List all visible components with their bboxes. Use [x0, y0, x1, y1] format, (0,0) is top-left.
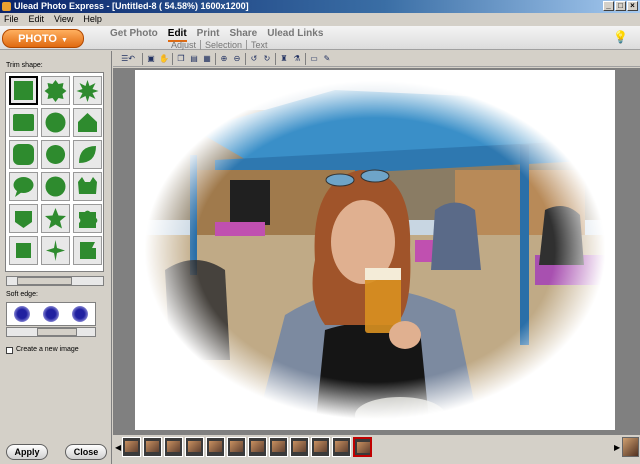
- create-new-image-checkbox[interactable]: Create a new image: [6, 346, 79, 354]
- trim-shape-option[interactable]: [73, 236, 102, 265]
- filmstrip-thumbnail[interactable]: [122, 437, 141, 457]
- maximize-button[interactable]: □: [615, 1, 626, 11]
- effects-icon[interactable]: ✎: [322, 54, 332, 64]
- trim-shape-option[interactable]: [41, 76, 70, 105]
- trim-shape-option[interactable]: [73, 140, 102, 169]
- edit-toolbar: ☰↶ ▣ ✋ ❐ ▤ ▦ ⊕ ⊖ ↺ ↻ ♜ ⚗ ▭ ✎: [113, 51, 640, 67]
- current-photo-thumb[interactable]: [622, 437, 639, 457]
- trim-shape-option[interactable]: [41, 108, 70, 137]
- lightbulb-icon[interactable]: 💡: [613, 30, 628, 44]
- save-icon[interactable]: ▣: [146, 54, 156, 64]
- rotate-left-icon[interactable]: ↺: [249, 54, 259, 64]
- rotate-right-icon[interactable]: ↻: [262, 54, 272, 64]
- hand-icon[interactable]: ✋: [159, 54, 169, 64]
- filmstrip-thumbnail[interactable]: [248, 437, 267, 457]
- photo-mode-button[interactable]: PHOTO ▼: [2, 29, 84, 48]
- menu-edit[interactable]: Edit: [29, 13, 45, 26]
- filmstrip-thumbnail[interactable]: [206, 437, 225, 457]
- filmstrip: ◀ ▶: [113, 434, 640, 464]
- trim-shape-option[interactable]: [73, 108, 102, 137]
- trim-shape-option[interactable]: [41, 204, 70, 233]
- soft-edge-scrollbar[interactable]: [6, 327, 96, 337]
- title-bar: Ulead Photo Express - [Untitled-8 ( 54.5…: [0, 0, 640, 13]
- trim-shape-label: Trim shape:: [6, 62, 43, 69]
- edited-photo[interactable]: [135, 70, 615, 430]
- filter-icon[interactable]: ⚗: [292, 54, 302, 64]
- copy-icon[interactable]: ❐: [176, 54, 186, 64]
- apply-button[interactable]: Apply: [6, 444, 48, 460]
- close-button[interactable]: Close: [65, 444, 107, 460]
- vignette-overlay: [135, 70, 615, 430]
- trim-shape-option[interactable]: [9, 76, 38, 105]
- filmstrip-thumbnail[interactable]: [227, 437, 246, 457]
- thumbnail-list: [122, 437, 372, 457]
- tab-ulead-links[interactable]: Ulead Links: [267, 28, 323, 42]
- trim-shape-option[interactable]: [41, 172, 70, 201]
- trim-shape-option[interactable]: [41, 140, 70, 169]
- scroll-right-icon[interactable]: ▶: [614, 443, 620, 452]
- minimize-button[interactable]: _: [603, 1, 614, 11]
- stamp-icon[interactable]: ♜: [279, 54, 289, 64]
- soft-edge-option[interactable]: [72, 306, 89, 322]
- close-window-button[interactable]: ×: [627, 1, 638, 11]
- shape-scrollbar[interactable]: [6, 276, 104, 286]
- frame-icon[interactable]: ▭: [309, 54, 319, 64]
- photo-mode-label: PHOTO: [18, 33, 57, 45]
- undo-history-icon[interactable]: ☰↶: [117, 54, 139, 64]
- filmstrip-thumbnail[interactable]: [269, 437, 288, 457]
- menu-file[interactable]: File: [4, 13, 19, 26]
- soft-edge-label: Soft edge:: [6, 291, 38, 298]
- subtab-adjust[interactable]: Adjust: [167, 40, 202, 50]
- tab-get-photo[interactable]: Get Photo: [110, 28, 158, 42]
- mode-bar: PHOTO ▼ Get Photo Edit Print Share Ulead …: [0, 26, 640, 50]
- checkbox-label: Create a new image: [16, 346, 79, 353]
- soft-edge-option[interactable]: [13, 306, 30, 322]
- menu-view[interactable]: View: [54, 13, 73, 26]
- trim-shape-option[interactable]: [9, 140, 38, 169]
- trim-shape-option[interactable]: [9, 204, 38, 233]
- menu-help[interactable]: Help: [83, 13, 102, 26]
- soft-edge-option[interactable]: [42, 306, 59, 322]
- trim-shape-option[interactable]: [41, 236, 70, 265]
- checkbox-box[interactable]: [6, 346, 13, 354]
- trim-shape-option[interactable]: [73, 172, 102, 201]
- trim-shape-option[interactable]: [9, 108, 38, 137]
- menu-bar: File Edit View Help: [0, 13, 640, 26]
- canvas-area: [113, 68, 640, 434]
- scroll-left-icon[interactable]: ◀: [115, 443, 121, 452]
- trim-shape-option[interactable]: [9, 236, 38, 265]
- subtab-selection[interactable]: Selection: [201, 40, 248, 50]
- paste-icon[interactable]: ▤: [189, 54, 199, 64]
- filmstrip-thumbnail[interactable]: [290, 437, 309, 457]
- trim-shape-option[interactable]: [73, 76, 102, 105]
- subtab-text[interactable]: Text: [247, 40, 272, 50]
- filmstrip-thumbnail[interactable]: [311, 437, 330, 457]
- app-icon: [2, 2, 11, 11]
- shape-grid: [5, 72, 104, 272]
- filmstrip-thumbnail[interactable]: [353, 437, 372, 457]
- crop-icon[interactable]: ▦: [202, 54, 212, 64]
- zoom-in-icon[interactable]: ⊕: [219, 54, 229, 64]
- filmstrip-thumbnail[interactable]: [143, 437, 162, 457]
- window-title: Ulead Photo Express - [Untitled-8 ( 54.5…: [14, 1, 249, 11]
- trim-shape-option[interactable]: [73, 204, 102, 233]
- filmstrip-thumbnail[interactable]: [164, 437, 183, 457]
- tool-panel: Trim shape: Soft edge: Create a new imag…: [0, 51, 112, 464]
- zoom-out-icon[interactable]: ⊖: [232, 54, 242, 64]
- soft-edge-picker[interactable]: [6, 302, 96, 326]
- trim-shape-option[interactable]: [9, 172, 38, 201]
- filmstrip-thumbnail[interactable]: [332, 437, 351, 457]
- chevron-down-icon: ▼: [60, 37, 68, 44]
- filmstrip-thumbnail[interactable]: [185, 437, 204, 457]
